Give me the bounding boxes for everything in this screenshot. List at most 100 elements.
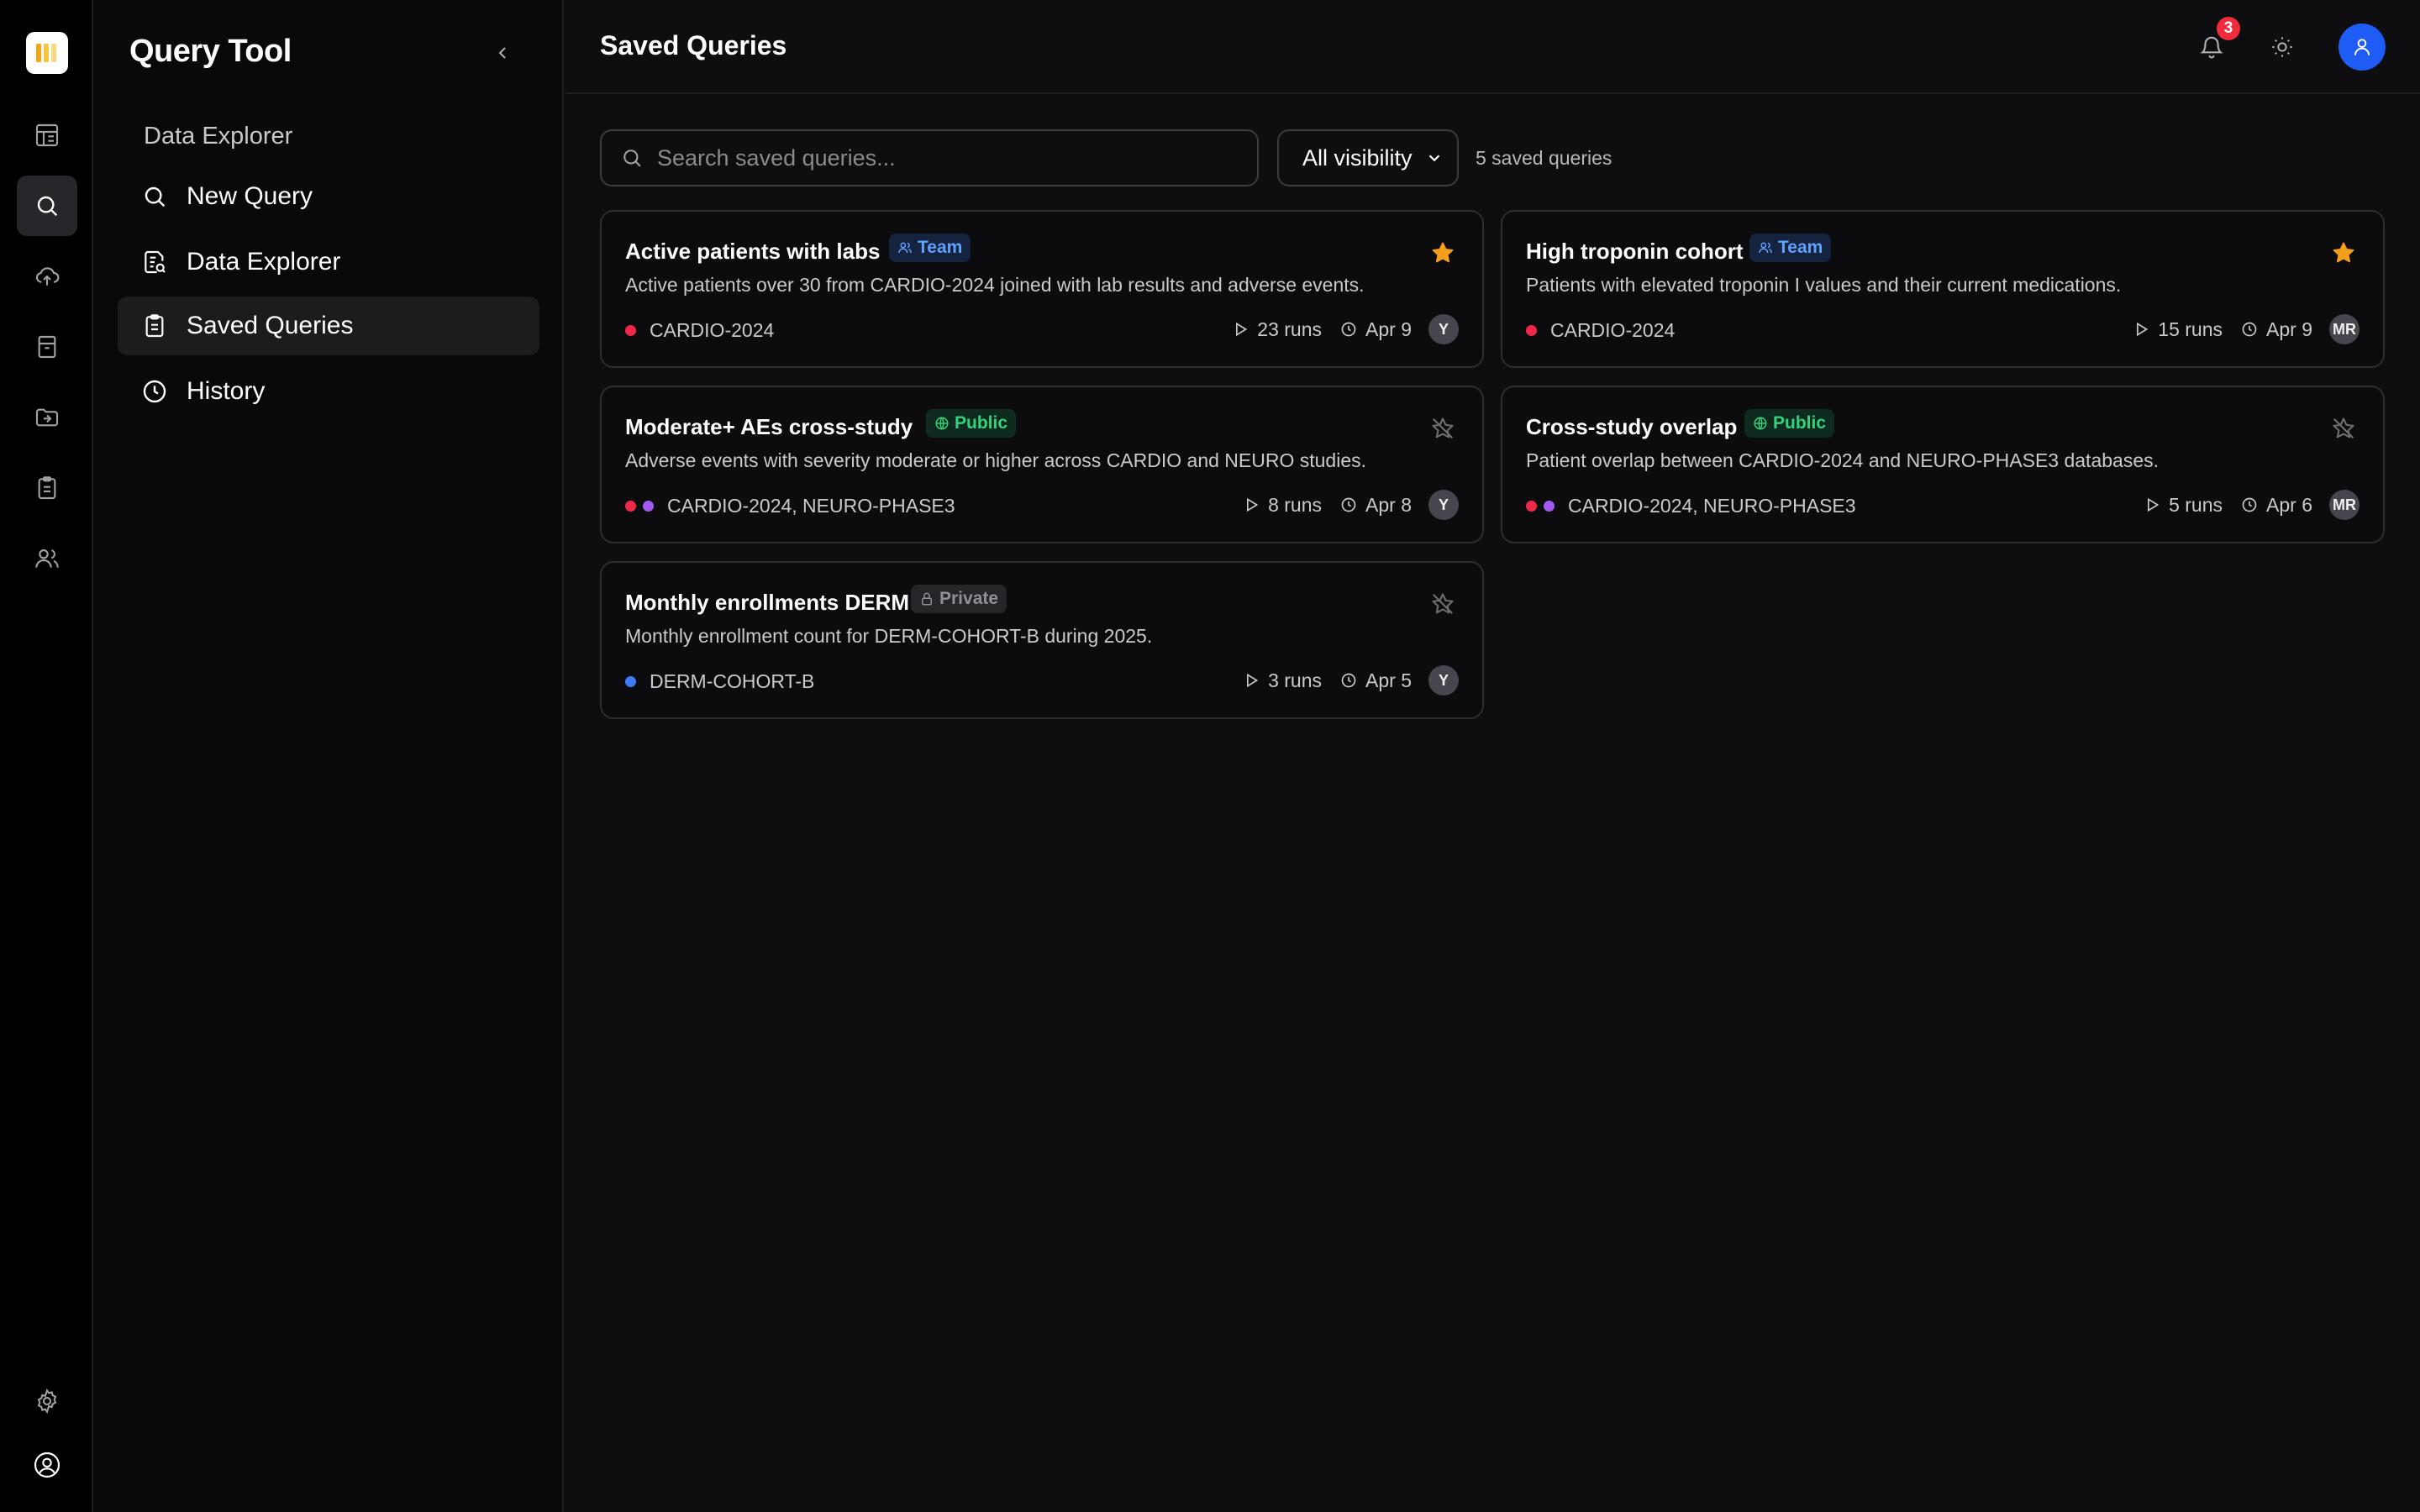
users-icon [1759,242,1772,254]
query-databases: CARDIO-2024, NEURO-PHASE3 [1526,493,1856,518]
rail-folder-button[interactable] [17,387,77,448]
favorite-toggle[interactable] [1428,590,1457,618]
top-header: Saved Queries [566,0,2420,94]
rail-clipboard-button[interactable] [17,458,77,518]
nav-item-label: Data Explorer [187,248,341,276]
database-dot [625,324,636,336]
settings-icon [37,1388,57,1415]
clipboard-icon [145,314,164,338]
database-dot [1544,500,1555,512]
play-icon [1247,673,1259,688]
favorite-toggle[interactable] [2329,414,2358,443]
favorite-toggle[interactable] [2329,239,2358,267]
database-dot [1526,324,1537,336]
app-logo[interactable] [26,32,68,74]
visibility-badge: Team [1749,234,1832,262]
run-count: 8 runs [1268,493,1323,516]
user-icon [2354,39,2370,55]
play-icon [1247,497,1259,512]
rail-settings-button[interactable] [17,1371,77,1431]
clock-icon [2242,497,2257,512]
users-icon [898,242,912,254]
rail-users-button[interactable] [17,528,77,589]
visibility-badge: Team [889,234,971,262]
star-off-icon [1432,417,1454,439]
database-names: CARDIO-2024 [1550,318,1676,341]
query-meta: 15 runs Apr 9 MR [2114,314,2360,344]
owner-avatar: Y [1428,665,1459,696]
users-icon [35,549,59,568]
rail-upload-button[interactable] [17,246,77,307]
search-icon [145,186,166,207]
theme-toggle-button[interactable] [2264,29,2301,66]
query-databases: CARDIO-2024, NEURO-PHASE3 [625,493,955,518]
nav-item-history[interactable]: History [118,362,539,421]
run-count: 3 runs [1268,669,1323,691]
rail-archive-button[interactable] [17,317,77,377]
query-meta: 23 runs Apr 9 Y [1213,314,1459,344]
visibility-select[interactable]: All visibility [1277,129,1459,186]
last-run-date: Apr 6 [2266,493,2312,516]
run-count: 5 runs [2169,493,2223,516]
favorite-toggle[interactable] [1428,414,1457,443]
account-avatar-button[interactable] [2338,24,2386,71]
nav-item-label: New Query [187,182,313,210]
star-filled-icon [1432,242,1454,263]
search-input[interactable] [657,144,1245,171]
visibility-badge: Private [911,585,1007,613]
dashboard-icon [35,123,59,147]
collapse-sidebar-button[interactable] [488,39,517,67]
last-run-date: Apr 9 [2266,318,2312,340]
page-title: Saved Queries [600,30,787,60]
query-databases: CARDIO-2024 [625,318,774,343]
app-title: Query Tool [129,34,292,69]
star-off-icon [2333,417,2354,439]
archive-icon [38,335,56,359]
star-off-icon [1432,593,1454,615]
search-box[interactable] [600,129,1259,186]
logo-icon [36,44,56,62]
section-label: Data Explorer [144,123,293,150]
rail-profile-button[interactable] [17,1435,77,1495]
globe-icon [1754,417,1767,430]
side-panel: Query Tool Data Explorer New Query Data … [93,0,564,1512]
query-card[interactable]: High troponin cohort Team Patients with … [1501,210,2385,368]
query-databases: DERM-COHORT-B [625,669,814,694]
query-description: Adverse events with severity moderate or… [625,449,1367,471]
clock-icon [2242,322,2257,337]
visibility-badge: Public [926,409,1017,438]
query-card[interactable]: Monthly enrollments DERM Private Monthly… [600,561,1484,719]
query-card[interactable]: Moderate+ AEs cross-study Public Adverse… [600,386,1484,543]
owner-avatar: MR [2329,490,2360,520]
nav-item-saved-queries[interactable]: Saved Queries [118,297,539,355]
query-card[interactable]: Cross-study overlap Public Patient overl… [1501,386,2385,543]
clock-icon [1341,322,1356,337]
search-icon [623,150,641,167]
nav-item-data-explorer[interactable]: Data Explorer [118,233,539,291]
query-meta: 8 runs Apr 8 Y [1224,490,1459,520]
query-description: Patients with elevated troponin I values… [1526,274,2122,296]
owner-avatar: MR [2329,314,2360,344]
visibility-label: Team [918,238,963,257]
favorite-toggle[interactable] [1428,239,1457,267]
run-count: 15 runs [2158,318,2223,340]
play-icon [2137,322,2149,337]
query-description: Patient overlap between CARDIO-2024 and … [1526,449,2160,471]
database-dot [643,500,654,512]
visibility-label: Team [1778,238,1823,257]
star-filled-icon [2333,242,2354,263]
nav-item-new-query[interactable]: New Query [118,167,539,226]
query-title: Cross-study overlap [1526,414,1738,439]
visibility-badge: Public [1744,409,1835,438]
last-run-date: Apr 9 [1365,318,1412,340]
nav-item-label: History [187,377,266,405]
query-card[interactable]: Active patients with labs Team Active pa… [600,210,1484,368]
last-run-date: Apr 5 [1365,669,1412,691]
query-title: High troponin cohort [1526,239,1744,264]
database-names: CARDIO-2024, NEURO-PHASE3 [1568,494,1856,517]
play-icon [1236,322,1248,337]
rail-search-button[interactable] [17,176,77,236]
database-dot [1526,500,1537,512]
rail-dashboard-button[interactable] [17,105,77,165]
query-meta: 5 runs Apr 6 MR [2125,490,2360,520]
